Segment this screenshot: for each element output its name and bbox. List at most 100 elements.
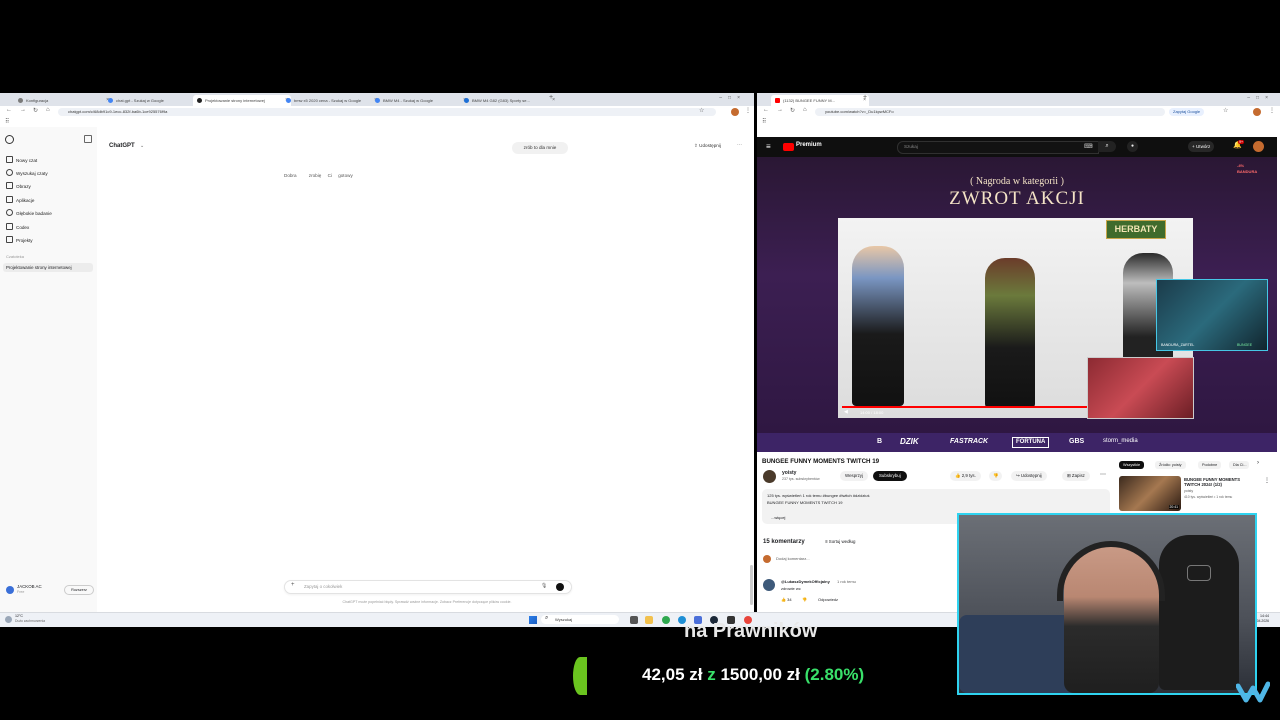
rec-title[interactable]: BUNGEE FUNNY MOMENTS TWITCH 2024! (1/2) bbox=[1184, 477, 1254, 487]
sort-comments-button[interactable]: ≡ Sortuj według bbox=[825, 539, 855, 544]
sidebar-item-deep-research[interactable]: Głębokie badanie bbox=[6, 209, 52, 216]
comment-like-button[interactable]: 👍 34 bbox=[781, 597, 792, 602]
new-tab-button[interactable]: + bbox=[863, 94, 867, 101]
support-button[interactable]: Wesprzyj bbox=[840, 471, 868, 481]
account-avatar[interactable] bbox=[1253, 141, 1264, 152]
comment-author[interactable]: @LukaszDymekOfficjalny bbox=[781, 579, 830, 584]
like-count: 2,9 tys. bbox=[961, 473, 976, 478]
bookmark-star-icon[interactable]: ☆ bbox=[699, 107, 704, 114]
show-more-link[interactable]: ...więcej bbox=[771, 515, 785, 520]
app-title[interactable]: ChatGPT bbox=[109, 143, 135, 149]
rec-thumbnail[interactable]: 20:41 bbox=[1119, 476, 1181, 511]
chat-input[interactable]: + Zapytaj o cokolwiek 🎙 bbox=[284, 580, 572, 594]
tab-bmw-m4-g82[interactable]: BMW M4 G82 (G83) Sporty se... × bbox=[460, 95, 558, 106]
weather-icon[interactable] bbox=[5, 616, 12, 623]
rec-more-icon[interactable]: ⋮ bbox=[1264, 477, 1270, 484]
ask-google-button[interactable]: Zapytaj Google bbox=[1169, 108, 1205, 116]
back-icon[interactable]: ← bbox=[763, 107, 769, 113]
comment-dislike-icon[interactable]: 👎 bbox=[802, 597, 807, 602]
home-icon[interactable]: ⌂ bbox=[46, 107, 50, 113]
tab-konfiguracja[interactable]: Konfiguracja× bbox=[14, 95, 112, 106]
apps-grid-icon[interactable]: ⠿ bbox=[5, 118, 9, 125]
bookmark-star-icon[interactable]: ☆ bbox=[1223, 107, 1228, 114]
tab-projektowanie[interactable]: Projektowanie strony internetowej× bbox=[193, 95, 291, 106]
menu-icon[interactable]: ⋮ bbox=[1269, 107, 1275, 114]
sidebar-item-images[interactable]: Obrazy bbox=[6, 182, 31, 189]
reply-button[interactable]: Odpowiedz bbox=[818, 597, 838, 602]
profile-avatar[interactable] bbox=[731, 108, 739, 116]
chip-source[interactable]: Źródło: yoisty bbox=[1155, 461, 1186, 469]
dislike-button[interactable]: 👎 bbox=[989, 471, 1003, 481]
video-title: BUNGEE FUNNY MOMENTS TWITCH 19 bbox=[762, 458, 880, 465]
chrome-icon[interactable] bbox=[662, 616, 670, 624]
start-button[interactable] bbox=[529, 616, 537, 624]
more-actions-icon[interactable]: ⋯ bbox=[1100, 471, 1106, 478]
reload-icon[interactable]: ↻ bbox=[33, 107, 38, 114]
tab-chat-gpt-search[interactable]: chat.gpt - Szukaj w Google× bbox=[104, 95, 202, 106]
forward-icon[interactable]: → bbox=[777, 107, 783, 113]
tab-bmw-x5[interactable]: bmw x5 2020 cena - Szukaj w Google× bbox=[282, 95, 380, 106]
sidebar-item-codex[interactable]: Codex bbox=[6, 223, 29, 230]
volume-icon[interactable]: ◀ bbox=[844, 409, 848, 415]
user-avatar[interactable] bbox=[6, 586, 14, 594]
menu-icon[interactable]: ⋮ bbox=[745, 107, 751, 114]
share-button[interactable]: ⇪ Udostępnij bbox=[694, 143, 721, 149]
file-explorer-icon[interactable] bbox=[630, 616, 638, 624]
sidebar-item-search[interactable]: Wyszukaj czaty bbox=[6, 169, 48, 176]
taskbar-search[interactable]: ⌕ Wyszukaj bbox=[541, 615, 619, 624]
channel-avatar[interactable] bbox=[763, 470, 776, 483]
comment-avatar[interactable] bbox=[763, 579, 775, 591]
chip-similar[interactable]: Podobne bbox=[1198, 461, 1222, 469]
window-controls[interactable]: –□× bbox=[719, 95, 746, 101]
youtube-search-input[interactable]: Szukaj ⌨ bbox=[897, 141, 1099, 154]
share-button[interactable]: ↪ Udostępnij bbox=[1011, 471, 1047, 481]
create-button[interactable]: + Utwórz bbox=[1188, 141, 1215, 152]
rec-channel[interactable]: yoisty bbox=[1184, 489, 1193, 493]
tab-youtube[interactable]: (1132) BUNGEE FUNNY M... × bbox=[771, 95, 869, 106]
like-button[interactable]: 👍 2,9 tys. bbox=[950, 471, 981, 481]
scrollbar[interactable] bbox=[750, 565, 753, 605]
model-chevron-down-icon[interactable]: ⌄ bbox=[140, 143, 144, 149]
keyboard-icon[interactable]: ⌨ bbox=[1084, 143, 1093, 150]
voice-mode-button[interactable] bbox=[556, 583, 564, 591]
sidebar-toggle-icon[interactable] bbox=[84, 135, 92, 143]
channel-name[interactable]: yoisty bbox=[782, 470, 796, 476]
back-icon[interactable]: ← bbox=[6, 107, 12, 113]
forward-icon[interactable]: → bbox=[20, 107, 26, 113]
more-options-icon[interactable]: ⋯ bbox=[737, 142, 742, 148]
window-controls[interactable]: –□× bbox=[1247, 95, 1274, 101]
tab-bmw-m4[interactable]: BMW M4 - Szukaj w Google× bbox=[371, 95, 469, 106]
chip-all[interactable]: Wszystkie bbox=[1119, 461, 1145, 469]
microphone-icon[interactable]: 🎙 bbox=[541, 583, 547, 589]
folder-icon[interactable] bbox=[645, 616, 653, 624]
add-comment-input[interactable]: Dodaj komentarz... bbox=[776, 556, 810, 561]
new-tab-button[interactable]: + bbox=[549, 94, 553, 101]
search-button[interactable]: ⌕ bbox=[1098, 141, 1116, 152]
person-figure bbox=[852, 246, 904, 406]
sidebar-item-new-chat[interactable]: Nowy czat bbox=[6, 156, 37, 163]
save-button[interactable]: ⊞ Zapisz bbox=[1062, 471, 1090, 481]
chip-for-you[interactable]: Dla Ci... bbox=[1229, 461, 1249, 469]
chatgpt-logo-icon[interactable] bbox=[5, 135, 14, 144]
profile-avatar[interactable] bbox=[1253, 108, 1261, 116]
upgrade-button[interactable]: Rozszerz bbox=[64, 585, 94, 595]
reload-icon[interactable]: ↻ bbox=[790, 107, 795, 114]
url-field[interactable]: chatgpt.com/c/68db91c9-1ecc-832f-ba6b-1c… bbox=[58, 108, 716, 116]
video-player[interactable]: ( Nagroda w kategorii ) ZWROT AKCJI HERB… bbox=[757, 157, 1277, 452]
hamburger-menu-icon[interactable]: ≡ bbox=[766, 142, 771, 151]
home-icon[interactable]: ⌂ bbox=[803, 107, 807, 113]
plus-icon[interactable]: + bbox=[291, 582, 295, 588]
sidebar-item-apps[interactable]: Aplikacje bbox=[6, 196, 34, 203]
voice-search-button[interactable]: ● bbox=[1127, 141, 1138, 152]
apps-grid-icon[interactable]: ⠿ bbox=[762, 118, 766, 125]
youtube-logo[interactable] bbox=[783, 143, 794, 151]
subscribe-button[interactable]: Subskrybuj bbox=[873, 471, 907, 481]
chips-next-icon[interactable]: › bbox=[1257, 460, 1259, 466]
user-name: JACKOB AC bbox=[17, 584, 42, 589]
goal-target-amount: 1500,00 zł bbox=[720, 665, 800, 684]
share-label: Udostępnij bbox=[699, 143, 721, 148]
url-field[interactable]: youtube.com/watch?v=_Du1kpwMCFo bbox=[815, 108, 1165, 116]
sidebar-active-chat[interactable]: Projektowanie strony internetowej bbox=[3, 263, 93, 272]
sidebar-item-projects[interactable]: Projekty bbox=[6, 236, 33, 243]
apps-icon bbox=[6, 196, 13, 203]
